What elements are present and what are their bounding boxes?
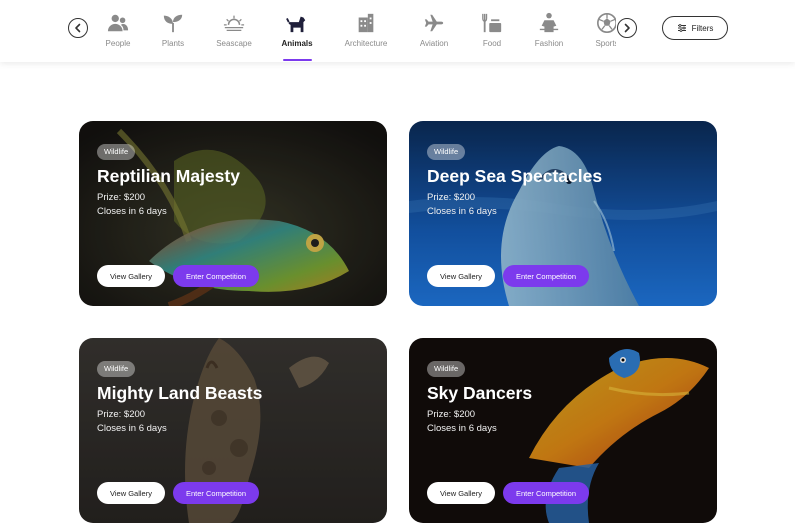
enter-competition-button[interactable]: Enter Competition <box>173 482 259 504</box>
category-label: Animals <box>281 39 313 48</box>
card-prize: Prize: $200 <box>97 409 146 420</box>
filters-button[interactable]: Filters <box>662 16 728 40</box>
card-deadline: Closes in 6 days <box>97 423 167 434</box>
card-prize: Prize: $200 <box>97 192 146 203</box>
sunset-icon <box>223 15 245 31</box>
category-badge: Wildlife <box>427 144 466 160</box>
fashion-icon <box>539 12 559 33</box>
competition-card[interactable]: Wildlife Deep Sea Spectacles Prize: $200… <box>409 121 717 306</box>
card-title: Sky Dancers <box>427 383 533 403</box>
card-prize: Prize: $200 <box>427 192 476 203</box>
category-badge: Wildlife <box>97 144 136 160</box>
chevron-right-icon <box>624 23 630 33</box>
enter-competition-button[interactable]: Enter Competition <box>173 265 259 287</box>
category-sports[interactable]: Sports <box>577 12 616 48</box>
enter-competition-button[interactable]: Enter Competition <box>503 265 589 287</box>
category-label: Sports <box>595 39 616 48</box>
enter-competition-button[interactable]: Enter Competition <box>503 482 589 504</box>
category-animals[interactable]: Animals <box>267 12 327 48</box>
building-icon <box>358 13 374 33</box>
view-gallery-button[interactable]: View Gallery <box>427 482 495 504</box>
card-prize: Prize: $200 <box>427 409 476 420</box>
category-list: People Plants Seascape Animals Architect… <box>96 0 616 62</box>
scroll-left-button[interactable] <box>68 18 88 38</box>
category-label: Fashion <box>534 39 564 48</box>
airplane-icon <box>424 14 444 32</box>
card-title: Deep Sea Spectacles <box>427 166 603 186</box>
category-aviation[interactable]: Aviation <box>404 12 464 48</box>
category-plants[interactable]: Plants <box>143 12 203 48</box>
category-badge: Wildlife <box>427 361 466 377</box>
food-icon <box>482 13 502 33</box>
scroll-right-button[interactable] <box>617 18 637 38</box>
soccer-ball-icon <box>597 13 616 33</box>
view-gallery-button[interactable]: View Gallery <box>427 265 495 287</box>
chevron-left-icon <box>75 23 81 33</box>
category-people[interactable]: People <box>96 12 148 48</box>
category-label: Architecture <box>344 39 388 48</box>
competition-card[interactable]: Wildlife Sky Dancers Prize: $200 Closes … <box>409 338 717 523</box>
plant-icon <box>163 14 183 33</box>
active-category-indicator <box>283 59 312 61</box>
category-label: People <box>105 39 131 48</box>
category-seascape[interactable]: Seascape <box>204 12 264 48</box>
category-badge: Wildlife <box>97 361 136 377</box>
category-bar: People Plants Seascape Animals Architect… <box>0 0 795 62</box>
card-title: Reptilian Majesty <box>97 166 240 186</box>
category-label: Food <box>482 39 502 48</box>
filters-label: Filters <box>691 23 714 33</box>
category-label: Aviation <box>419 39 449 48</box>
card-title: Mighty Land Beasts <box>97 383 263 403</box>
card-deadline: Closes in 6 days <box>97 206 167 217</box>
dog-icon <box>286 16 306 33</box>
category-food[interactable]: Food <box>462 12 522 48</box>
card-deadline: Closes in 6 days <box>427 206 497 217</box>
people-icon <box>107 14 129 32</box>
competition-card[interactable]: Wildlife Reptilian Majesty Prize: $200 C… <box>79 121 387 306</box>
view-gallery-button[interactable]: View Gallery <box>97 482 165 504</box>
sliders-icon <box>677 24 686 32</box>
view-gallery-button[interactable]: View Gallery <box>97 265 165 287</box>
card-deadline: Closes in 6 days <box>427 423 497 434</box>
category-label: Plants <box>161 39 185 48</box>
category-label: Seascape <box>216 39 252 48</box>
category-fashion[interactable]: Fashion <box>519 12 579 48</box>
category-architecture[interactable]: Architecture <box>336 12 396 48</box>
competition-card[interactable]: Wildlife Mighty Land Beasts Prize: $200 … <box>79 338 387 523</box>
